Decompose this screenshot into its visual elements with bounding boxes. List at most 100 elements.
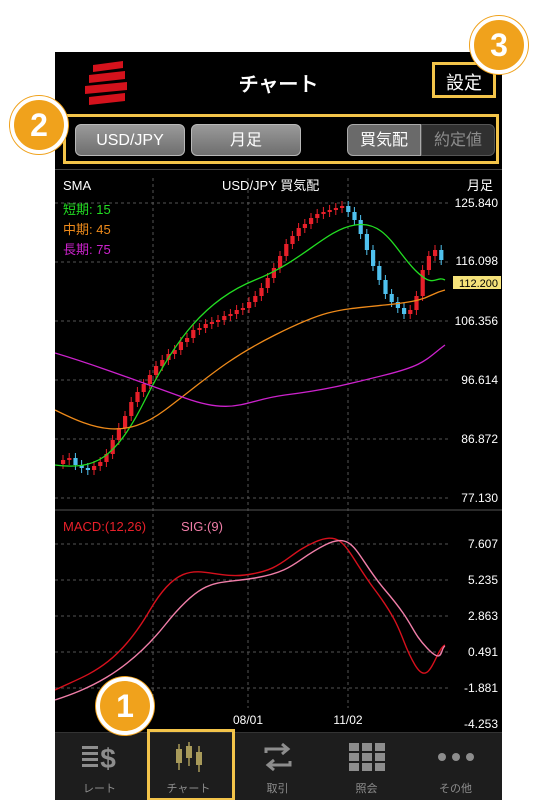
candle-body [197,328,202,330]
candle-body [315,214,320,218]
candle-body [402,308,407,314]
chart-toolbar: USD/JPY 月足 買気配 約定値 [55,112,502,166]
macd-tick: -1.881 [464,681,498,695]
sma-mid-line [55,289,446,430]
candle-body [426,256,431,270]
macd-lines [55,537,446,701]
svg-text:$: $ [100,743,116,772]
candle-body [92,466,97,470]
candle-body [253,296,258,302]
price-tick: 86.872 [461,432,498,446]
price-tick: 96.614 [461,373,498,387]
macd-tick: 0.491 [468,645,498,659]
candle-body [135,392,140,402]
chart-panel[interactable]: SMA USD/JPY 買気配 月足 短期: 15 中期: 45 長期: 75 … [55,169,502,731]
callout-badge-2: 2 [10,96,68,154]
candle-body [67,458,72,460]
more-dots-icon [411,741,500,773]
current-price-value: 112.200 [459,278,498,290]
candle-body [259,288,264,296]
candle-body [371,250,376,266]
macd-tick: 7.607 [468,537,498,551]
price-type-trade-toggle[interactable]: 約定値 [421,124,495,156]
candle-body [383,280,388,294]
tab-label: 取引 [266,783,289,795]
candle-body [240,308,245,310]
rate-dollar-icon: $ [55,741,144,773]
candle-body [278,256,283,268]
candle-body [290,236,295,244]
tab-label: レート [83,783,116,795]
candle-body [216,320,221,322]
candle-body [85,468,90,470]
price-tick: 106.356 [455,314,499,328]
macd-tick: 5.235 [468,573,498,587]
candle-body [73,458,78,465]
indicator-label: SMA [63,178,92,193]
candle-body [209,322,214,324]
tab-more[interactable]: その他 [411,733,500,800]
date-tick: 08/01 [233,713,263,727]
candlestick-icon [144,741,233,773]
candle-body [222,316,227,320]
macd-tick: -4.253 [464,717,498,730]
candle-body [247,302,252,308]
period-label: 月足 [467,178,493,193]
candle-body [98,462,103,466]
callout-badge-3: 3 [470,16,528,74]
candle-body [358,220,363,234]
sma-short-line [55,223,446,467]
candle-body [408,310,413,314]
candle-body [333,208,338,210]
sig-label: SIG:(9) [181,519,223,534]
legend-mid: 中期: 45 [63,222,111,237]
macd-tick: 2.863 [468,609,498,623]
candle-body [123,416,128,428]
macd-axis: 7.607 5.235 2.863 0.491 -1.881 -4.253 [464,537,498,731]
candle-body [327,210,332,212]
period-select-button[interactable]: 月足 [191,124,301,156]
candle-body [271,268,276,278]
tab-rate[interactable]: $ レート [55,733,144,800]
price-type-bid-toggle[interactable]: 買気配 [347,124,421,156]
candle-body [377,266,382,280]
candle-body [178,342,183,350]
price-chart[interactable]: SMA USD/JPY 買気配 月足 短期: 15 中期: 45 長期: 75 … [55,170,502,731]
tab-label: その他 [439,783,472,795]
price-tick: 77.130 [461,491,498,505]
candle-body [129,402,134,416]
candle-body [302,224,307,228]
candle-body [439,250,444,260]
sig-line [55,539,446,701]
candlestick-series [61,201,444,475]
candle-body [116,428,121,440]
candle-body [389,294,394,302]
macd-line [55,537,446,691]
candle-body [203,324,208,328]
bottom-tab-bar: $ レート チャート 取引 照会 その他 [55,729,502,800]
candle-body [420,270,425,296]
macd-label: MACD:(12,26) [63,519,146,534]
tab-inquiry[interactable]: 照会 [322,733,411,800]
candle-body [414,296,419,310]
header: チャート 設定 [55,52,502,108]
callout-badge-1: 1 [96,677,154,735]
candle-body [191,330,196,338]
candle-body [321,212,326,214]
candle-body [340,206,345,208]
tab-label: 照会 [355,783,378,795]
candle-body [141,384,146,392]
price-axis: 125.840 116.098 106.356 96.614 86.872 77… [455,196,499,505]
tab-trade[interactable]: 取引 [233,733,322,800]
tab-chart[interactable]: チャート [144,733,233,800]
tab-label: チャート [166,783,211,795]
candle-body [234,310,239,314]
sma-long-line [55,344,446,407]
symbol-select-button[interactable]: USD/JPY [75,124,185,156]
candle-body [265,278,270,288]
price-tick: 116.098 [456,254,499,268]
date-tick: 11/02 [333,713,362,727]
candle-body [346,206,351,212]
candle-body [154,366,159,375]
price-tick: 125.840 [455,196,499,210]
